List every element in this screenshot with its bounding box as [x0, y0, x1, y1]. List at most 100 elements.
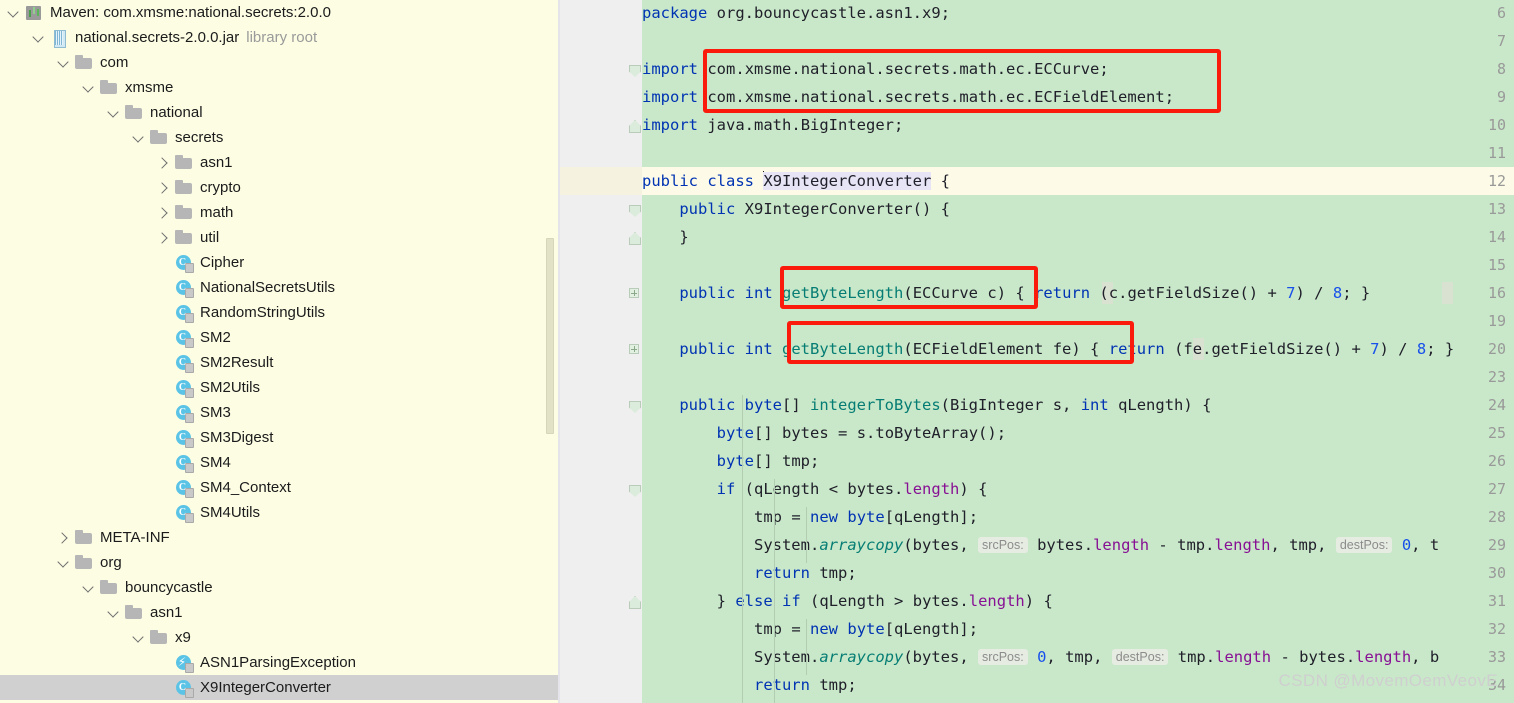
editor-gutter[interactable] — [560, 0, 622, 703]
code-line[interactable]: tmp = new byte[qLength]; — [642, 615, 978, 643]
fold-marker-20[interactable] — [628, 335, 640, 363]
code-line[interactable]: public X9IntegerConverter() { — [642, 195, 950, 223]
chevron-down-icon[interactable] — [81, 580, 97, 596]
tree-item-org[interactable]: org — [0, 550, 560, 575]
chevron-down-icon[interactable] — [131, 630, 147, 646]
fold-marker-8[interactable] — [628, 55, 640, 83]
chevron-right-icon[interactable] — [156, 180, 172, 196]
punctuation: ( — [940, 396, 951, 414]
tree-item-x9[interactable]: x9 — [0, 625, 560, 650]
code-line[interactable]: if (qLength < bytes.length) { — [642, 475, 988, 503]
code-line[interactable]: byte[] tmp; — [642, 447, 820, 475]
chevron-down-icon[interactable] — [31, 30, 47, 46]
tree-item-cipher[interactable]: C Cipher — [0, 250, 560, 275]
code-line[interactable]: } else { — [642, 699, 791, 703]
identifier: toByteArray — [875, 424, 979, 442]
class-letter: C — [178, 356, 187, 368]
tree-item-sm2[interactable]: C SM2 — [0, 325, 560, 350]
punctuation: ) — [1071, 340, 1081, 358]
project-tree-panel[interactable]: Maven: com.xmsme:national.secrets:2.0.0 n… — [0, 0, 560, 703]
tree-item-sm4utils[interactable]: C SM4Utils — [0, 500, 560, 525]
code-line[interactable]: public byte[] integerToBytes(BigInteger … — [642, 391, 1211, 419]
tree-item-label: SM3Digest — [200, 429, 274, 446]
code-line[interactable]: import com.xmsme.national.secrets.math.e… — [642, 83, 1174, 111]
chevron-right-icon[interactable] — [156, 155, 172, 171]
tree-item-sm4-context[interactable]: C SM4_Context — [0, 475, 560, 500]
identifier: ECFieldElement — [912, 340, 1044, 358]
code-line[interactable]: public int getByteLength(ECFieldElement … — [642, 335, 1454, 363]
code-line[interactable]: return tmp; — [642, 559, 857, 587]
tree-item-national[interactable]: national — [0, 100, 560, 125]
punctuation: / — [1398, 340, 1408, 358]
identifier: t — [1429, 536, 1440, 554]
folder-icon — [74, 554, 94, 572]
identifier: tmp — [753, 620, 782, 638]
tree-item-nationalsecretsutils[interactable]: C NationalSecretsUtils — [0, 275, 560, 300]
fold-marker-24[interactable] — [628, 391, 640, 419]
tree-item-xmsme[interactable]: xmsme — [0, 75, 560, 100]
fold-marker-27[interactable] — [628, 475, 640, 503]
tree-item-sm2utils[interactable]: C SM2Utils — [0, 375, 560, 400]
fold-marker-10[interactable] — [628, 111, 640, 139]
tree-item-asn1[interactable]: asn1 — [0, 150, 560, 175]
tree-item-sm2result[interactable]: C SM2Result — [0, 350, 560, 375]
code-line[interactable]: public int getByteLength(ECCurve c) { re… — [642, 279, 1370, 307]
code-line[interactable]: } — [642, 223, 688, 251]
tree-item-meta-inf[interactable]: META-INF — [0, 525, 560, 550]
code-text-area[interactable]: package org.bouncycastle.asn1.x9; import … — [642, 0, 1514, 703]
identifier: tmp — [819, 564, 848, 582]
punctuation: . — [875, 88, 885, 106]
code-line[interactable]: package org.bouncycastle.asn1.x9; — [642, 0, 950, 27]
code-line[interactable]: return tmp; — [642, 671, 857, 699]
code-line[interactable]: } else if (qLength > bytes.length) { — [642, 587, 1053, 615]
tree-item-secrets[interactable]: secrets — [0, 125, 560, 150]
fold-marker-31[interactable] — [628, 587, 640, 615]
code-line[interactable]: System.arraycopy(bytes, srcPos: 0, tmp, … — [642, 643, 1439, 671]
chevron-right-icon[interactable] — [156, 230, 172, 246]
punctuation: ( — [744, 480, 755, 498]
fold-marker-13[interactable] — [628, 195, 640, 223]
chevron-down-icon[interactable] — [106, 105, 122, 121]
fold-marker-16[interactable] — [628, 279, 640, 307]
fold-marker-35[interactable] — [628, 699, 640, 703]
code-editor[interactable]: 6 7 8 9 10 11 12 13 14 15 16 19 20 23 24 25 26 27 28 29 30 31… — [560, 0, 1514, 703]
tree-item-math[interactable]: math — [0, 200, 560, 225]
tree-item-asn1[interactable]: asn1 — [0, 600, 560, 625]
chevron-down-icon[interactable] — [81, 80, 97, 96]
punctuation: . — [791, 116, 801, 134]
identifier: b — [1429, 648, 1440, 666]
tree-item-x9integerconverter[interactable]: C X9IntegerConverter — [0, 675, 560, 700]
tree-item-crypto[interactable]: crypto — [0, 175, 560, 200]
tree-item-sm4[interactable]: C SM4 — [0, 450, 560, 475]
chevron-down-icon[interactable] — [106, 605, 122, 621]
tree-vertical-scrollbar[interactable] — [546, 238, 554, 434]
punctuation: } — [1360, 284, 1371, 302]
code-line[interactable]: public class X9IntegerConverter { — [642, 167, 950, 195]
punctuation: () — [912, 200, 932, 218]
keyword: public — [679, 340, 736, 358]
tree-item-national-secrets-2-0-0-jar[interactable]: national.secrets-2.0.0.jar library root — [0, 25, 560, 50]
code-line[interactable]: import java.math.BigInteger; — [642, 111, 903, 139]
chevron-down-icon[interactable] — [6, 5, 22, 21]
tree-item-sm3digest[interactable]: C SM3Digest — [0, 425, 560, 450]
tree-item-sm3[interactable]: C SM3 — [0, 400, 560, 425]
chevron-down-icon[interactable] — [56, 55, 72, 71]
code-line[interactable]: byte[] bytes = s.toByteArray(); — [642, 419, 1006, 447]
code-line[interactable]: import com.xmsme.national.secrets.math.e… — [642, 55, 1109, 83]
code-line[interactable]: tmp = new byte[qLength]; — [642, 503, 978, 531]
code-line[interactable]: System.arraycopy(bytes, srcPos: bytes.le… — [642, 531, 1439, 559]
chevron-right-icon[interactable] — [56, 530, 72, 546]
chevron-down-icon[interactable] — [131, 130, 147, 146]
fold-marker-14[interactable] — [628, 223, 640, 251]
tree-item-util[interactable]: util — [0, 225, 560, 250]
tree-item-com[interactable]: com — [0, 50, 560, 75]
tree-item-maven-com-xmsme-national-secrets-2-0-0[interactable]: Maven: com.xmsme:national.secrets:2.0.0 — [0, 0, 560, 25]
tree-item-randomstringutils[interactable]: C RandomStringUtils — [0, 300, 560, 325]
chevron-right-icon[interactable] — [156, 205, 172, 221]
punctuation: ) — [959, 480, 969, 498]
chevron-down-icon[interactable] — [56, 555, 72, 571]
tree-item-asn1parsingexception[interactable]: ⚡ ASN1ParsingException — [0, 650, 560, 675]
tree-item-bouncycastle[interactable]: bouncycastle — [0, 575, 560, 600]
punctuation: [] — [753, 424, 773, 442]
